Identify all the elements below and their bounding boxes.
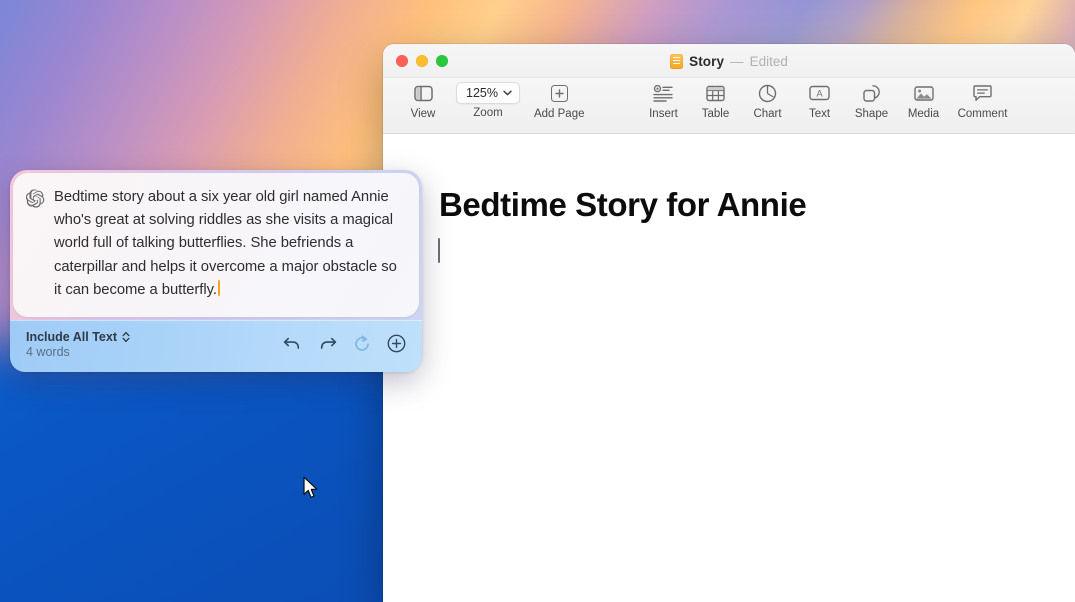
title-separator: —: [730, 54, 744, 69]
shape-icon: [862, 81, 882, 105]
toolbar-item-table[interactable]: Table: [690, 81, 742, 120]
document-name: Story: [689, 54, 724, 69]
toolbar-item-view[interactable]: View: [397, 81, 449, 120]
prompt-caret: [218, 280, 220, 296]
toolbar-item-chart[interactable]: Chart: [742, 81, 794, 120]
footer-left-group: Include All Text 4 words: [26, 330, 130, 359]
chart-pie-icon: [758, 81, 777, 105]
prompt-body: Bedtime story about a six year old girl …: [54, 189, 397, 298]
toolbar-item-text[interactable]: A Text: [794, 81, 846, 120]
pages-app-window[interactable]: Story — Edited View 125%: [383, 44, 1075, 602]
zoom-value: 125%: [466, 86, 498, 100]
toolbar-item-media[interactable]: Media: [898, 81, 950, 120]
zoom-select[interactable]: 125%: [456, 82, 520, 104]
prompt-card[interactable]: Bedtime story about a six year old girl …: [13, 173, 419, 317]
regenerate-button[interactable]: [353, 335, 371, 353]
toolbar-label-text: Text: [809, 108, 830, 120]
word-count-label: 4 words: [26, 345, 130, 359]
toolbar-label-comment: Comment: [958, 108, 1008, 120]
insert-button[interactable]: [387, 334, 406, 353]
undo-button[interactable]: [283, 336, 302, 352]
text-box-icon: A: [809, 81, 830, 105]
comment-bubble-icon: [973, 81, 992, 105]
undo-arrow-icon: [283, 336, 302, 352]
page-title[interactable]: Bedtime Story for Annie: [439, 186, 806, 224]
redo-arrow-icon: [318, 336, 337, 352]
toolbar-label-chart: Chart: [753, 108, 781, 120]
toolbar-label-zoom: Zoom: [473, 107, 502, 119]
include-text-select[interactable]: Include All Text: [26, 330, 130, 344]
mouse-cursor: [303, 476, 319, 505]
toolbar-item-add-page[interactable]: Add Page: [527, 81, 592, 120]
chevron-down-icon: [503, 90, 512, 96]
svg-text:A: A: [816, 89, 822, 99]
toolbar-item-shape[interactable]: Shape: [846, 81, 898, 120]
chatgpt-writing-popup[interactable]: Bedtime story about a six year old girl …: [10, 170, 422, 372]
toolbar-label-add-page: Add Page: [534, 108, 585, 120]
toolbar-group-right: Insert Table: [638, 81, 1016, 120]
redo-button[interactable]: [318, 336, 337, 352]
window-titlebar: Story — Edited: [383, 44, 1075, 78]
openai-logo-icon: [26, 189, 45, 302]
toolbar-item-insert[interactable]: Insert: [638, 81, 690, 120]
popup-footer-bar: Include All Text 4 words: [10, 320, 422, 372]
toolbar-label-media: Media: [908, 108, 939, 120]
toolbar-label-table: Table: [702, 108, 730, 120]
chevron-up-down-icon: [122, 331, 130, 343]
toolbar-group-left: View 125% Zoom: [383, 81, 592, 120]
document-title[interactable]: Story — Edited: [383, 44, 1075, 78]
pages-document-icon: [670, 54, 683, 69]
toolbar-item-zoom[interactable]: 125% Zoom: [449, 81, 527, 120]
footer-actions: [283, 330, 406, 353]
pages-toolbar: View 125% Zoom: [383, 78, 1075, 134]
table-icon: [706, 81, 725, 105]
toolbar-label-shape: Shape: [855, 108, 888, 120]
include-text-label: Include All Text: [26, 330, 117, 344]
toolbar-label-insert: Insert: [649, 108, 678, 120]
document-canvas[interactable]: Bedtime Story for Annie: [383, 134, 1075, 602]
plus-square-icon: [551, 81, 568, 105]
toolbar-item-comment[interactable]: Comment: [950, 81, 1016, 120]
plus-circle-icon: [387, 334, 406, 353]
edit-status: Edited: [750, 54, 788, 69]
insert-icon: [653, 81, 674, 105]
refresh-arrow-icon: [353, 335, 371, 353]
sidebar-icon: [414, 81, 433, 105]
media-photo-icon: [914, 81, 934, 105]
text-insertion-caret: [438, 238, 440, 263]
prompt-text[interactable]: Bedtime story about a six year old girl …: [54, 186, 405, 302]
toolbar-label-view: View: [411, 108, 436, 120]
